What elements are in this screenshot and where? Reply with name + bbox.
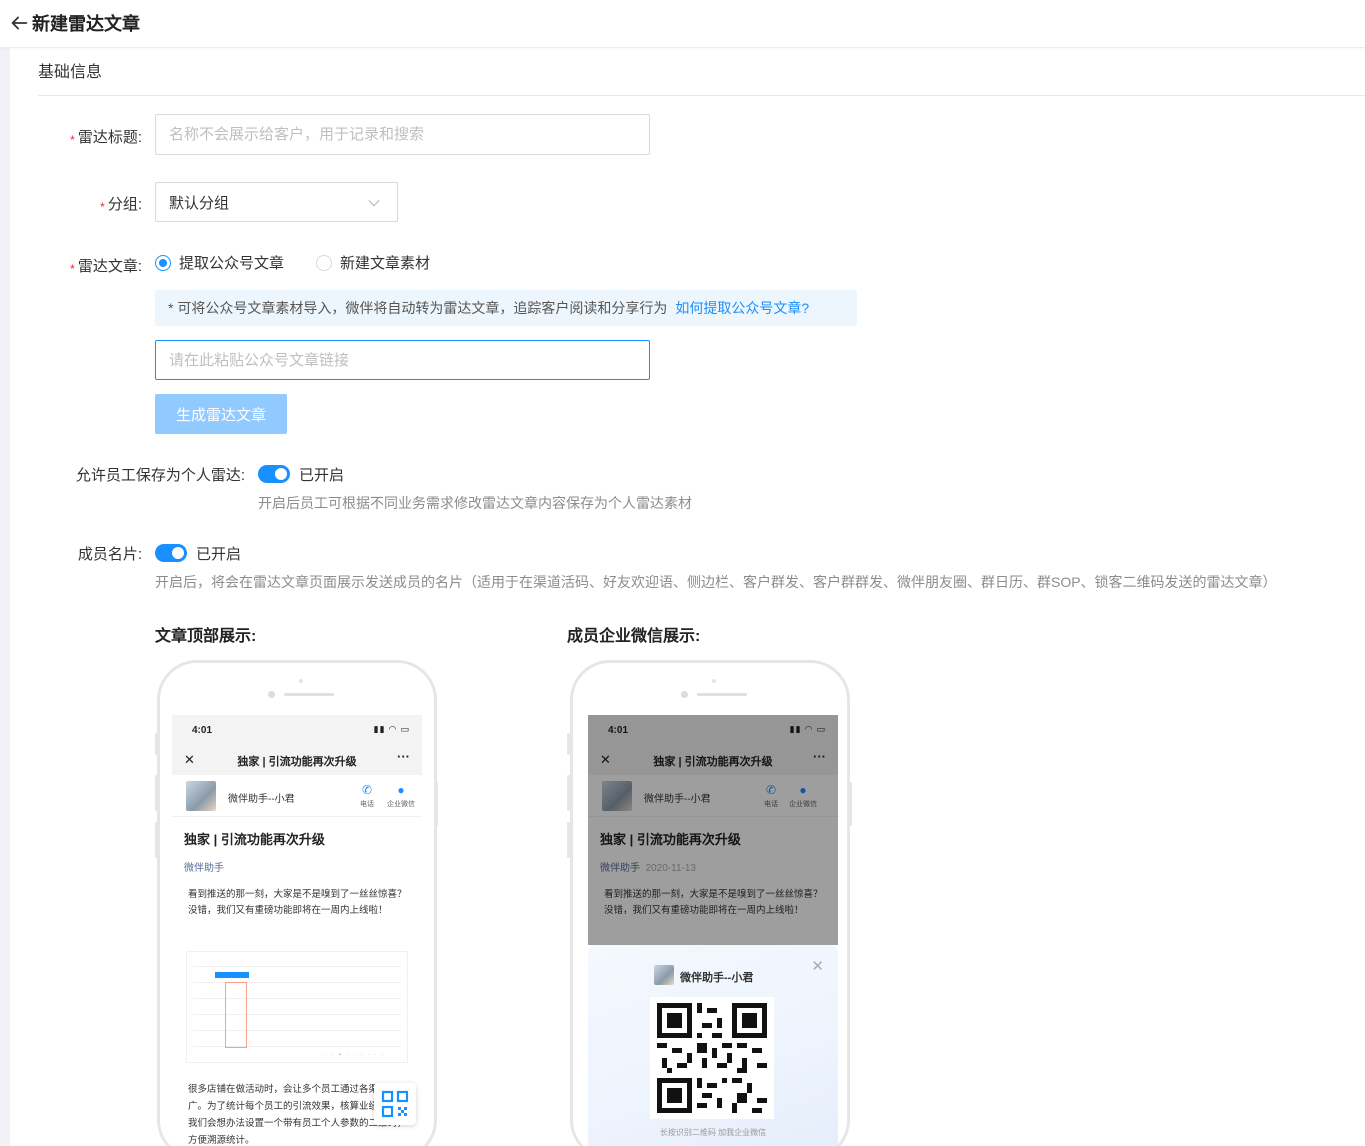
floating-qr-button	[374, 1083, 416, 1125]
signal-wifi-battery-icon: ▮▮ ◠ ▭	[373, 724, 410, 734]
page-title: 新建雷达文章	[32, 14, 140, 34]
radio-new-material[interactable]: 新建文章素材	[316, 252, 430, 273]
allow-save-switch[interactable]	[258, 465, 290, 483]
tip-text: * 可将公众号文章素材导入，微伴将自动转为雷达文章，追踪客户阅读和分享行为	[168, 300, 668, 316]
article-author: 微伴助手	[184, 863, 224, 874]
nav-title: 独家 | 引流功能再次升级	[237, 756, 357, 768]
radio-label: 提取公众号文章	[179, 255, 285, 272]
article-paragraph: 看到推送的那一刻，大家是不是嗅到了一丝丝惊喜？没错，我们又有重磅功能即将在一周内…	[188, 889, 407, 916]
qrcode-icon	[381, 1090, 409, 1118]
qrcode-image	[650, 997, 774, 1119]
phone-preview-top: 4:01 ▮▮ ◠ ▭ ✕ 独家 | 引流功能再次升级 ··· 微伴助手--小君…	[157, 660, 437, 1146]
qrcode-icon	[657, 1003, 767, 1113]
mini-highlight-box	[225, 982, 247, 1048]
title-field-label: * 雷达标题:	[70, 129, 142, 147]
radio-checked-icon	[155, 254, 171, 271]
article-screenshot-image: · · ▪ · · · · · ·	[186, 951, 408, 1063]
radio-unchecked-icon	[316, 254, 332, 271]
group-select[interactable]: 默认分组	[155, 182, 398, 222]
allow-save-hint: 开启后员工可根据不同业务需求修改雷达文章内容保存为个人雷达素材	[258, 495, 692, 511]
chevron-down-icon	[368, 199, 380, 207]
phone-sensor	[712, 679, 716, 683]
qr-tip: 长按识别二维码 加我企业微信	[659, 1128, 767, 1137]
generate-article-button[interactable]: 生成雷达文章	[155, 394, 287, 434]
preview-wecom-title: 成员企业微信展示:	[567, 628, 701, 645]
left-sidebar-strip	[0, 48, 10, 1146]
article-tip: * 可将公众号文章素材导入，微伴将自动转为雷达文章，追踪客户阅读和分享行为 如何…	[155, 290, 857, 326]
group-select-value: 默认分组	[169, 194, 230, 212]
phone-speaker	[284, 693, 334, 696]
mini-button-shape	[215, 972, 249, 978]
call-action: ✆ 电话	[350, 783, 384, 809]
phone-screen: 4:01 ▮▮ ◠ ▭ ✕ 独家 | 引流功能再次升级 ··· 微伴助手--小君…	[588, 715, 838, 1146]
avatar	[186, 781, 216, 811]
status-bar: 4:01 ▮▮ ◠ ▭	[172, 715, 422, 745]
member-card-label: 成员名片:	[77, 546, 142, 563]
close-icon: ✕	[811, 958, 824, 975]
member-name: 微伴助手--小君	[680, 972, 754, 984]
mini-pagination: · · ▪ · · · · · ·	[325, 1052, 386, 1058]
how-to-extract-link[interactable]: 如何提取公众号文章?	[675, 298, 809, 318]
dim-overlay	[588, 715, 838, 945]
article-field-label: * 雷达文章:	[70, 258, 142, 276]
radio-label: 新建文章素材	[340, 255, 431, 272]
phone-icon: ✆	[361, 783, 373, 797]
phone-sensor	[299, 679, 303, 683]
more-icon: ···	[397, 749, 410, 764]
chat-icon: ●	[397, 783, 405, 797]
member-card-switch[interactable]	[155, 544, 187, 562]
section-divider	[38, 95, 1365, 96]
allow-save-label: 允许员工保存为个人雷达:	[75, 467, 245, 484]
preview-top-title: 文章顶部展示:	[155, 628, 257, 645]
arrow-left-icon	[11, 16, 28, 30]
allow-save-state: 已开启	[299, 467, 345, 484]
section-title: 基础信息	[38, 64, 103, 81]
article-link-input[interactable]	[155, 340, 650, 380]
avatar	[654, 965, 674, 985]
phone-speaker	[697, 693, 747, 696]
member-card-hint: 开启后，将会在雷达文章页面展示发送成员的名片（适用于在渠道活码、好友欢迎语、侧边…	[155, 574, 1277, 590]
phone-camera	[681, 691, 688, 698]
member-card-state: 已开启	[196, 546, 242, 563]
radar-title-input[interactable]	[155, 114, 650, 155]
page-header: 新建雷达文章	[0, 0, 1365, 48]
article-title: 独家 | 引流功能再次升级	[184, 832, 325, 847]
phone-camera	[268, 691, 275, 698]
back-button[interactable]: 新建雷达文章	[8, 10, 140, 36]
article-nav-bar: ✕ 独家 | 引流功能再次升级 ···	[172, 745, 422, 775]
member-card-bar: 微伴助手--小君 ✆ 电话 ● 企业微信	[172, 775, 422, 817]
group-field-label: * 分组:	[100, 196, 142, 214]
wechat-action: ● 企业微信	[384, 783, 418, 809]
phone-preview-wecom: 4:01 ▮▮ ◠ ▭ ✕ 独家 | 引流功能再次升级 ··· 微伴助手--小君…	[570, 660, 850, 1146]
wecom-qr-sheet: 微伴助手--小君 ✕ 长按识别二维码 加我企业微信	[588, 945, 838, 1146]
status-time: 4:01	[192, 725, 213, 736]
member-name: 微伴助手--小君	[228, 794, 295, 805]
phone-screen: 4:01 ▮▮ ◠ ▭ ✕ 独家 | 引流功能再次升级 ··· 微伴助手--小君…	[172, 715, 422, 1146]
radio-extract-article[interactable]: 提取公众号文章	[155, 252, 284, 273]
